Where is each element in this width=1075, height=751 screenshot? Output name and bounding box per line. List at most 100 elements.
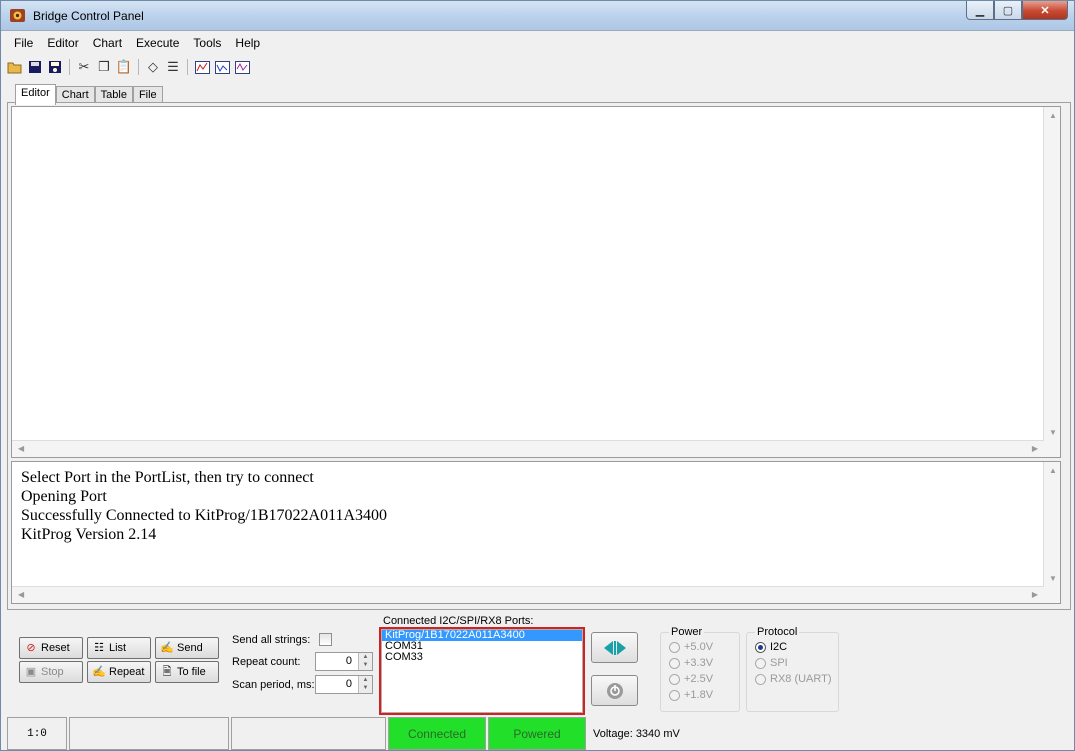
maximize-button[interactable]: ▢ xyxy=(994,1,1022,20)
protocol-spi-label: SPI xyxy=(770,657,788,669)
protocol-rx8-radio[interactable]: RX8 (UART) xyxy=(755,673,832,685)
status-bar: 1:0 Connected Powered Voltage: 3340 mV xyxy=(7,717,1071,750)
save-as-icon[interactable] xyxy=(45,57,65,77)
radio-icon xyxy=(755,641,766,653)
script-editor[interactable]: ▲ ▼ ◀ ▶ xyxy=(11,106,1061,458)
chart-icon-1[interactable] xyxy=(192,57,212,77)
erase-icon[interactable]: ◇ xyxy=(143,57,163,77)
stop-label: Stop xyxy=(41,666,64,678)
reset-label: Reset xyxy=(41,642,70,654)
save-icon[interactable] xyxy=(25,57,45,77)
connect-arrows-icon xyxy=(603,640,626,655)
repeat-button[interactable]: ✍ Repeat xyxy=(87,661,151,683)
cut-icon[interactable]: ✂ xyxy=(74,57,94,77)
reset-icon: ⊘ xyxy=(26,642,36,654)
file-icon: 🗎 xyxy=(162,666,172,678)
title-bar[interactable]: Bridge Control Panel ▁ ▢ ✕ xyxy=(1,1,1074,31)
spin-arrows-icon[interactable]: ▲ ▼ xyxy=(358,676,372,693)
close-icon: ✕ xyxy=(1040,4,1050,17)
minimize-button[interactable]: ▁ xyxy=(966,1,994,20)
stop-icon: ▣ xyxy=(25,666,37,678)
list-label: List xyxy=(109,642,127,654)
toolbar: ✂ ❐ 📋 ◇ ☰ xyxy=(5,56,252,78)
editor-vertical-scrollbar[interactable]: ▲ ▼ xyxy=(1043,107,1060,457)
scan-period-stepper[interactable]: 0 ▲ ▼ xyxy=(315,675,373,694)
protocol-rx8-label: RX8 (UART) xyxy=(770,673,832,685)
log-line: KitProg Version 2.14 xyxy=(21,526,157,543)
window-title: Bridge Control Panel xyxy=(33,9,144,23)
toolbar-separator xyxy=(69,59,70,75)
scan-period-label: Scan period, ms: xyxy=(232,679,315,691)
scroll-up-icon[interactable]: ▲ xyxy=(1049,111,1057,120)
chart-icon-3[interactable] xyxy=(232,57,252,77)
log-horizontal-scrollbar[interactable]: ◀ ▶ xyxy=(12,586,1044,603)
maximize-icon: ▢ xyxy=(1002,4,1014,17)
power-group: Power +5.0V +3.3V +2.5V +1.8V xyxy=(660,626,740,712)
reset-button[interactable]: ⊘ Reset xyxy=(19,637,83,659)
menu-execute[interactable]: Execute xyxy=(129,36,186,50)
power-5v-radio[interactable]: +5.0V xyxy=(669,641,713,653)
repeat-count-label: Repeat count: xyxy=(232,656,301,668)
app-logo-icon xyxy=(10,9,25,22)
power-2v5-radio[interactable]: +2.5V xyxy=(669,673,713,685)
scroll-right-icon[interactable]: ▶ xyxy=(1032,444,1038,453)
send-button[interactable]: ✍ Send xyxy=(155,637,219,659)
scroll-left-icon[interactable]: ◀ xyxy=(18,590,24,599)
log-line: Select Port in the PortList, then try to… xyxy=(21,469,314,486)
log-vertical-scrollbar[interactable]: ▲ ▼ xyxy=(1043,462,1060,603)
protocol-i2c-radio[interactable]: I2C xyxy=(755,641,787,653)
power-toggle-button[interactable] xyxy=(591,675,638,706)
paste-icon[interactable]: 📋 xyxy=(114,57,134,77)
radio-icon xyxy=(669,673,680,685)
protocol-group: Protocol I2C SPI RX8 (UART) xyxy=(746,626,839,712)
scroll-down-icon[interactable]: ▼ xyxy=(1049,428,1057,437)
tab-editor[interactable]: Editor xyxy=(15,84,56,105)
repeat-icon: ✍ xyxy=(92,666,106,678)
list-button[interactable]: ☷ List xyxy=(87,637,151,659)
copy-icon[interactable]: ❐ xyxy=(94,57,114,77)
menu-tools[interactable]: Tools xyxy=(186,36,228,50)
power-3v3-radio[interactable]: +3.3V xyxy=(669,657,713,669)
send-all-strings-checkbox[interactable] xyxy=(319,633,332,646)
tab-bar: Editor Chart Table File xyxy=(15,84,163,105)
menu-chart[interactable]: Chart xyxy=(86,36,129,50)
menu-file[interactable]: File xyxy=(7,36,40,50)
menu-help[interactable]: Help xyxy=(228,36,267,50)
chart-icon-2[interactable] xyxy=(212,57,232,77)
power-3v3-label: +3.3V xyxy=(684,657,714,669)
scroll-down-icon[interactable]: ▼ xyxy=(1049,574,1057,583)
scroll-right-icon[interactable]: ▶ xyxy=(1032,590,1038,599)
protocol-i2c-label: I2C xyxy=(770,641,788,653)
list-view-icon[interactable]: ☰ xyxy=(163,57,183,77)
to-file-button[interactable]: 🗎 To file xyxy=(155,661,219,683)
list-icon: ☷ xyxy=(94,642,104,654)
log-line: Opening Port xyxy=(21,488,107,505)
repeat-count-value: 0 xyxy=(345,655,352,667)
spin-arrows-icon[interactable]: ▲ ▼ xyxy=(358,653,372,670)
repeat-count-stepper[interactable]: 0 ▲ ▼ xyxy=(315,652,373,671)
radio-icon xyxy=(669,641,680,653)
radio-icon xyxy=(755,657,766,669)
output-log[interactable]: Select Port in the PortList, then try to… xyxy=(11,461,1061,604)
close-button[interactable]: ✕ xyxy=(1022,1,1068,20)
log-line: Successfully Connected to KitProg/1B1702… xyxy=(21,507,388,524)
editor-horizontal-scrollbar[interactable]: ◀ ▶ xyxy=(12,440,1044,457)
protocol-spi-radio[interactable]: SPI xyxy=(755,657,788,669)
power-1v8-radio[interactable]: +1.8V xyxy=(669,689,713,701)
open-icon[interactable] xyxy=(5,57,25,77)
stop-button[interactable]: ▣ Stop xyxy=(19,661,83,683)
status-panel-empty xyxy=(231,717,386,750)
radio-icon xyxy=(669,657,680,669)
app-window: Bridge Control Panel ▁ ▢ ✕ File Editor C… xyxy=(0,0,1075,751)
scroll-left-icon[interactable]: ◀ xyxy=(18,444,24,453)
connect-toggle-button[interactable] xyxy=(591,632,638,663)
radio-icon xyxy=(755,673,766,685)
ports-label: Connected I2C/SPI/RX8 Ports: xyxy=(383,615,534,627)
send-all-strings-label: Send all strings: xyxy=(232,634,311,646)
power-2v5-label: +2.5V xyxy=(684,673,714,685)
scroll-up-icon[interactable]: ▲ xyxy=(1049,466,1057,475)
to-file-label: To file xyxy=(177,666,206,678)
port-item[interactable]: COM33 xyxy=(382,652,582,663)
menu-editor[interactable]: Editor xyxy=(40,36,85,50)
port-list[interactable]: KitProg/1B17022A011A3400 COM31 COM33 xyxy=(381,629,583,713)
